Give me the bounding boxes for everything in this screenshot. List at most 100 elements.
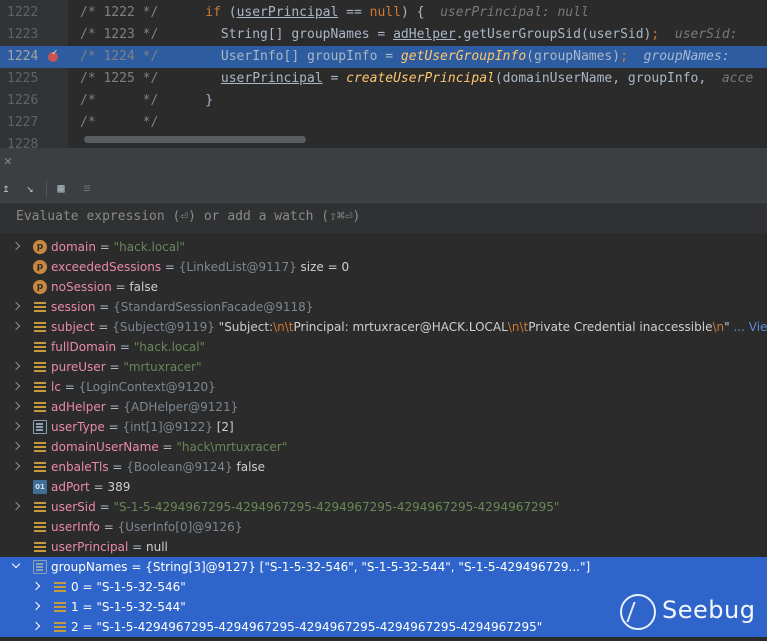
variable-value: = [111, 280, 130, 294]
variable-row[interactable]: userInfo = {UserInfo[0]@9126} [0, 517, 767, 537]
variable-text: fullDomain = "hack.local" [51, 337, 205, 357]
array-icon [33, 420, 47, 434]
variable-child-row[interactable]: 0 = "S-1-5-32-546" [0, 577, 767, 597]
variable-row[interactable]: p domain = "hack.local" [0, 237, 767, 257]
variable-value: size = 0 [296, 260, 350, 274]
line-number: 1223 [7, 27, 39, 42]
chevron-right-icon[interactable] [31, 581, 41, 591]
variable-name: userType [51, 420, 105, 434]
chevron-right-icon[interactable] [11, 401, 21, 411]
parameter-icon: p [33, 260, 47, 274]
line-number: 1226 [7, 93, 39, 108]
variable-value: = [95, 500, 114, 514]
code-line[interactable]: 1226 /* */ } [0, 90, 767, 112]
variable-name: domainUserName [51, 440, 159, 454]
variable-row[interactable]: p exceededSessions = {LinkedList@9117} si… [0, 257, 767, 277]
variable-row[interactable]: pureUser = "mrtuxracer" [0, 357, 767, 377]
collapse-icon[interactable]: ≡ [79, 180, 95, 196]
code-line[interactable]: 1227 /* */ [0, 112, 767, 134]
close-icon[interactable]: ✕ [4, 154, 12, 169]
field-icon [33, 380, 47, 394]
chevron-right-icon[interactable] [11, 501, 21, 511]
variable-name: pureUser [51, 360, 106, 374]
variable-text: domainUserName = "hack\mrtuxracer" [51, 437, 287, 457]
chevron-right-icon[interactable] [11, 301, 21, 311]
variable-value: "hack\mrtuxracer" [176, 440, 288, 454]
code-token: ) { [400, 5, 441, 20]
code-line[interactable]: 1223 /* 1223 */ String[] groupNames = adH… [0, 24, 767, 46]
variable-value: = [89, 480, 108, 494]
chevron-right-icon[interactable] [31, 601, 41, 611]
chevron-right-icon[interactable] [11, 441, 21, 451]
view-more-link[interactable]: ... View [730, 320, 767, 334]
variable-text: domain = "hack.local" [51, 237, 185, 257]
chevron-right-icon[interactable] [11, 321, 21, 331]
run-to-cursor-icon[interactable]: ↘ [22, 180, 38, 196]
evaluate-table-icon[interactable]: ▦ [53, 180, 69, 196]
variable-name: userSid [51, 500, 96, 514]
variable-value: false [129, 280, 158, 294]
variable-row[interactable]: p noSession = false [0, 277, 767, 297]
chevron-right-icon[interactable] [11, 421, 21, 431]
variable-name: noSession [51, 280, 112, 294]
variable-row[interactable]: session = {StandardSessionFacade@9118} [0, 297, 767, 317]
code-line[interactable]: 1225 /* 1225 */ userPrincipal = createUse… [0, 68, 767, 90]
variable-row[interactable]: domainUserName = "hack\mrtuxracer" [0, 437, 767, 457]
inline-value-hint: userPrincipal: null [440, 5, 589, 20]
variable-value: = [105, 400, 124, 414]
code-token: ; [620, 49, 628, 64]
variable-name: userInfo [51, 520, 100, 534]
field-icon [53, 600, 67, 614]
variable-row[interactable]: userType = {int[1]@9122} [2] [0, 417, 767, 437]
horizontal-scrollbar[interactable] [84, 136, 306, 143]
variable-row[interactable]: 01 adPort = 389 [0, 477, 767, 497]
code-token: adHelper [393, 27, 456, 42]
field-icon [33, 360, 47, 374]
code-line[interactable]: 1224 ✓ /* 1224 */ UserInfo[] groupInfo = g… [0, 46, 767, 68]
variable-text: userPrincipal = null [51, 537, 168, 557]
chevron-right-icon[interactable] [31, 621, 41, 631]
code-token: (groupNames) [526, 49, 621, 64]
code-token: userPrincipal [236, 5, 339, 20]
chevron-right-icon[interactable] [11, 241, 21, 251]
variable-value: 389 [107, 480, 131, 494]
variable-row[interactable]: groupNames = {String[3]@9127} ["S-1-5-32… [0, 557, 767, 577]
evaluate-expression-input[interactable]: Evaluate expression (⏎) or add a watch (… [0, 202, 767, 234]
variable-name: session [51, 300, 96, 314]
chevron-right-icon[interactable] [11, 381, 21, 391]
variable-name: 0 [71, 580, 79, 594]
code-line[interactable]: 1222 /* 1222 */ if (userPrincipal == null… [0, 2, 767, 24]
variable-row[interactable]: enbaleTls = {Boolean@9124} false [0, 457, 767, 477]
toolbar-separator [46, 181, 47, 197]
variable-row[interactable]: subject = {Subject@9119} "Subject:\n\tPr… [0, 317, 767, 337]
variable-value: = [95, 300, 114, 314]
variable-row[interactable]: userSid = "S-1-5-4294967295-4294967295-4… [0, 497, 767, 517]
code-text: /* 1225 */ userPrincipal = createUserPri… [80, 68, 753, 90]
variable-value: {StandardSessionFacade@9118} [113, 300, 314, 314]
variable-name: 2 [71, 620, 79, 634]
variables-tree[interactable]: p domain = "hack.local" p exceededSessions … [0, 233, 767, 641]
parameter-icon: p [33, 280, 47, 294]
variable-row[interactable]: userPrincipal = null [0, 537, 767, 557]
chevron-right-icon[interactable] [11, 361, 21, 371]
debug-toolbar: ↥ ↘ ▦ ≡ [0, 176, 767, 202]
variable-value: "S-1-5-32-546" [96, 580, 186, 594]
code-token: getUserGroupInfo [400, 49, 527, 64]
code-editor[interactable]: 1222/* 1222 */ if (userPrincipal == null… [0, 0, 767, 148]
variable-row[interactable]: fullDomain = "hack.local" [0, 337, 767, 357]
variable-row[interactable]: adHelper = {ADHelper@9121} [0, 397, 767, 417]
chevron-down-icon[interactable] [11, 559, 21, 569]
code-token: .getUserGroupSid(userSid) [455, 27, 652, 42]
parameter-icon: p [33, 240, 47, 254]
variable-name: enbaleTls [51, 460, 109, 474]
variable-row[interactable]: lc = {LoginContext@9120} [0, 377, 767, 397]
variable-value: Private Credential inaccessible [528, 320, 713, 334]
variable-text: noSession = false [51, 277, 158, 297]
code-text: /* */ [80, 112, 158, 134]
variable-value: = [108, 460, 127, 474]
chevron-right-icon[interactable] [11, 461, 21, 471]
step-out-icon[interactable]: ↥ [0, 180, 14, 196]
